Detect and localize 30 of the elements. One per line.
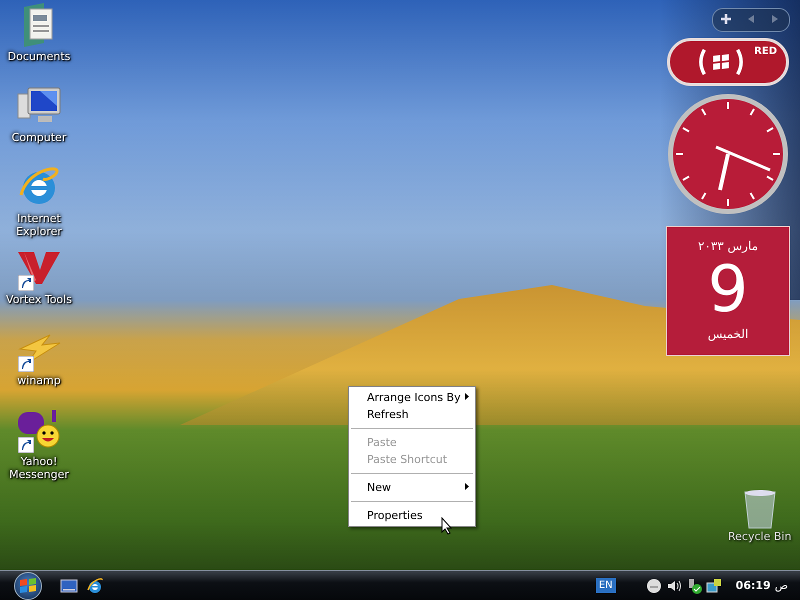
shortcut-arrow-icon — [18, 437, 34, 453]
menu-item[interactable]: Refresh — [349, 406, 475, 423]
clock-time[interactable]: 06:19 — [736, 579, 771, 592]
icon-label[interactable]: Recycle Bin — [728, 530, 792, 543]
icon-label[interactable]: Yahoo! Messenger — [4, 455, 74, 481]
language-indicator[interactable]: EN — [596, 578, 616, 593]
desktop-icon[interactable] — [60, 578, 78, 594]
icon-label[interactable]: Computer — [4, 131, 74, 144]
menu-item[interactable]: Arrange Icons By — [349, 389, 475, 406]
messenger-status-icon[interactable] — [646, 578, 662, 594]
network-icon[interactable] — [706, 578, 722, 594]
windows-logo-icon — [19, 578, 37, 594]
menu-item[interactable]: New — [349, 479, 475, 496]
windows-logo-icon — [699, 48, 743, 76]
month-year: مارس ٢٠٣٣ — [698, 239, 758, 253]
start-button[interactable] — [14, 572, 42, 600]
weekday: الخميس — [708, 327, 748, 341]
submenu-arrow-icon — [465, 393, 469, 400]
icon-label[interactable]: Documents — [4, 50, 74, 63]
browser-icon[interactable] — [86, 576, 104, 594]
badge-text: RED — [754, 46, 777, 57]
shortcut-arrow-icon — [18, 356, 34, 372]
day-number: 9 — [708, 253, 748, 327]
double-chevron-icon — [16, 250, 62, 286]
recycle-bin-icon — [742, 488, 778, 530]
shortcut-arrow-icon — [18, 275, 34, 291]
menu-item[interactable]: Properties — [349, 507, 475, 524]
clock-period[interactable]: ص — [774, 579, 788, 592]
icon-label[interactable]: Vortex Tools — [4, 293, 74, 306]
submenu-arrow-icon — [465, 483, 469, 490]
